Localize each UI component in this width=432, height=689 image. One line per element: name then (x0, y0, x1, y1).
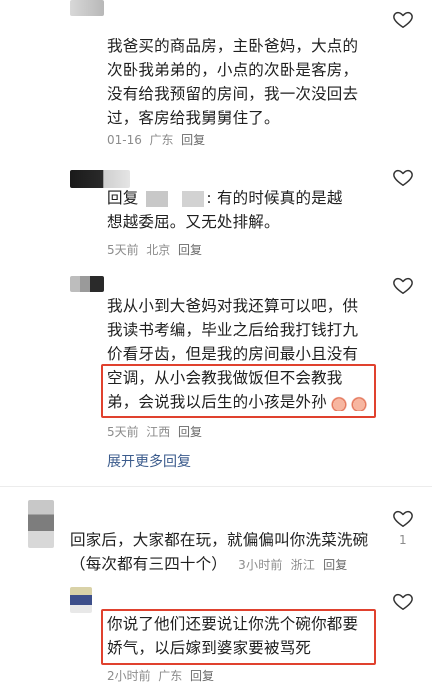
avatar[interactable] (28, 500, 54, 548)
reply-button[interactable]: 回复 (178, 425, 202, 439)
divider (0, 486, 432, 487)
comment-text: 回家后，大家都在玩，就偏偏叫你洗菜洗碗 （每次都有三四十个） 3小时前 浙江 回… (70, 531, 369, 573)
heart-outline-icon[interactable] (392, 8, 414, 30)
heart-outline-icon[interactable] (392, 166, 414, 188)
comment-date: 01-16 (107, 133, 142, 147)
comment-location: 广东 (158, 669, 183, 683)
comment-date: 2小时前 (107, 669, 151, 683)
highlight-box (101, 364, 376, 418)
avatar[interactable] (70, 0, 104, 16)
comment-location: 广东 (149, 133, 174, 147)
reply-button[interactable]: 回复 (178, 243, 202, 257)
comment-date: 3小时前 (238, 558, 283, 572)
heart-outline-icon[interactable] (392, 590, 414, 612)
comment-location: 北京 (146, 243, 171, 257)
mention-blur[interactable] (146, 190, 205, 207)
comment-text: 我爸买的商品房，主卧爸妈，大点的 次卧我弟弟的，小点的次卧是客房， 没有给我预留… (107, 37, 359, 127)
comment-date: 5天前 (107, 243, 139, 257)
heart-outline-icon[interactable] (392, 507, 414, 529)
highlight-box (101, 609, 376, 665)
comment-meta: 5天前 北京 回复 (107, 241, 202, 258)
reply-prefix: 回复 (107, 189, 139, 207)
reply-button[interactable]: 回复 (190, 669, 214, 683)
expand-more-replies[interactable]: 展开更多回复 (107, 451, 191, 471)
comment-meta: 2小时前 广东 回复 (107, 667, 214, 684)
comment-meta: 3小时前 浙江 回复 (238, 558, 347, 572)
heart-outline-icon[interactable] (392, 274, 414, 296)
avatar[interactable] (70, 276, 104, 292)
comment-meta: 5天前 江西 回复 (107, 423, 202, 440)
like-count: 1 (399, 533, 407, 547)
comment-location: 江西 (146, 425, 171, 439)
comment-meta: 01-16 广东 回复 (107, 131, 205, 148)
avatar[interactable] (70, 587, 92, 613)
reply-button[interactable]: 回复 (181, 133, 205, 147)
comment-location: 浙江 (290, 558, 316, 572)
comment-date: 5天前 (107, 425, 139, 439)
reply-button[interactable]: 回复 (323, 558, 347, 572)
comment-text: 回复: 有的时候真的是越 想越委屈。又无处排解。 (107, 189, 343, 231)
